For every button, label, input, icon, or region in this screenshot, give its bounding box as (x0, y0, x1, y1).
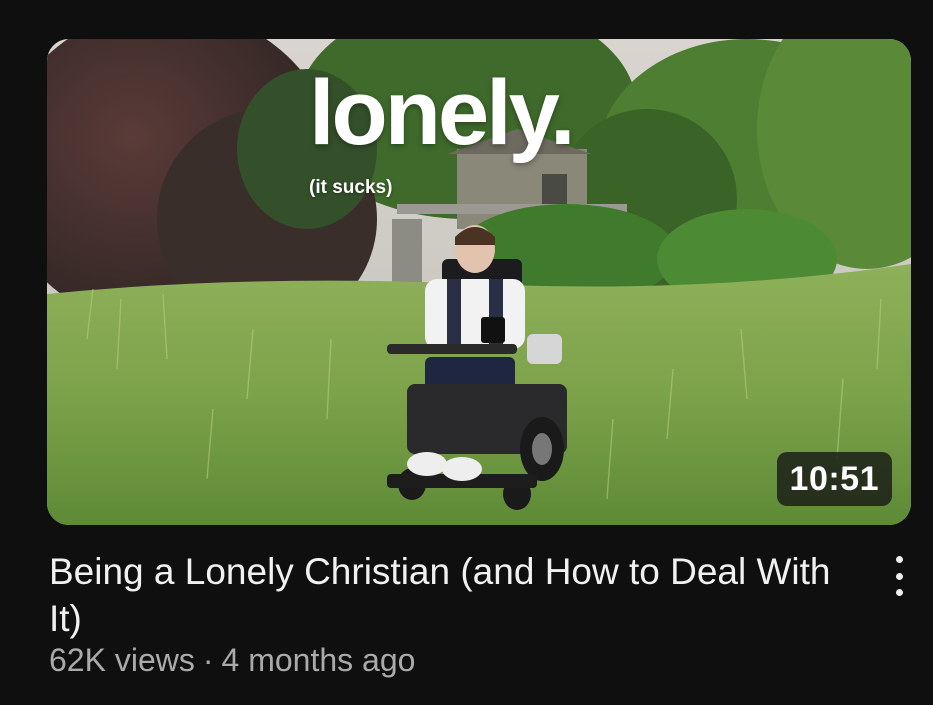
video-title[interactable]: Being a Lonely Christian (and How to Dea… (49, 548, 869, 642)
thumbnail-overlay-subtitle: (it sucks) (309, 177, 393, 198)
thumbnail-overlay-title: lonely. (309, 62, 576, 164)
more-dot (895, 572, 903, 580)
view-count: 62K views (49, 642, 195, 678)
meta-separator: · (202, 642, 214, 678)
video-card[interactable]: lonely. (it sucks) 10:51 Being a Lonely … (0, 0, 933, 705)
upload-age: 4 months ago (221, 642, 416, 678)
more-dot (895, 556, 903, 563)
video-thumbnail[interactable]: lonely. (it sucks) 10:51 (47, 39, 911, 525)
more-vertical-icon[interactable] (884, 556, 914, 596)
more-dot (895, 589, 903, 596)
video-metadata: 62K views · 4 months ago (49, 640, 415, 680)
duration-badge: 10:51 (776, 452, 892, 506)
